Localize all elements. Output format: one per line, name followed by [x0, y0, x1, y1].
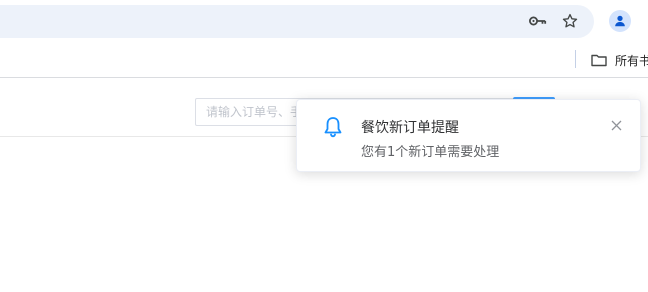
notification-title: 餐饮新订单提醒 — [361, 120, 459, 136]
bookmarks-bar: 所有书 — [0, 44, 648, 78]
star-icon[interactable] — [561, 12, 579, 30]
all-bookmarks-folder[interactable]: 所有书 — [591, 51, 648, 69]
bookmarks-divider — [575, 50, 576, 68]
notification-message: 您有1个新订单需要处理 — [361, 145, 500, 160]
close-icon[interactable] — [609, 118, 623, 132]
bell-icon — [321, 115, 345, 139]
folder-icon — [591, 54, 607, 67]
order-notification: 餐饮新订单提醒 您有1个新订单需要处理 — [296, 99, 641, 172]
key-icon[interactable] — [529, 12, 547, 30]
browser-toolbar — [0, 0, 648, 44]
address-bar[interactable] — [0, 5, 594, 38]
bookmarks-folder-label: 所有书 — [615, 53, 648, 68]
profile-avatar[interactable] — [609, 10, 631, 32]
person-icon — [615, 15, 625, 27]
